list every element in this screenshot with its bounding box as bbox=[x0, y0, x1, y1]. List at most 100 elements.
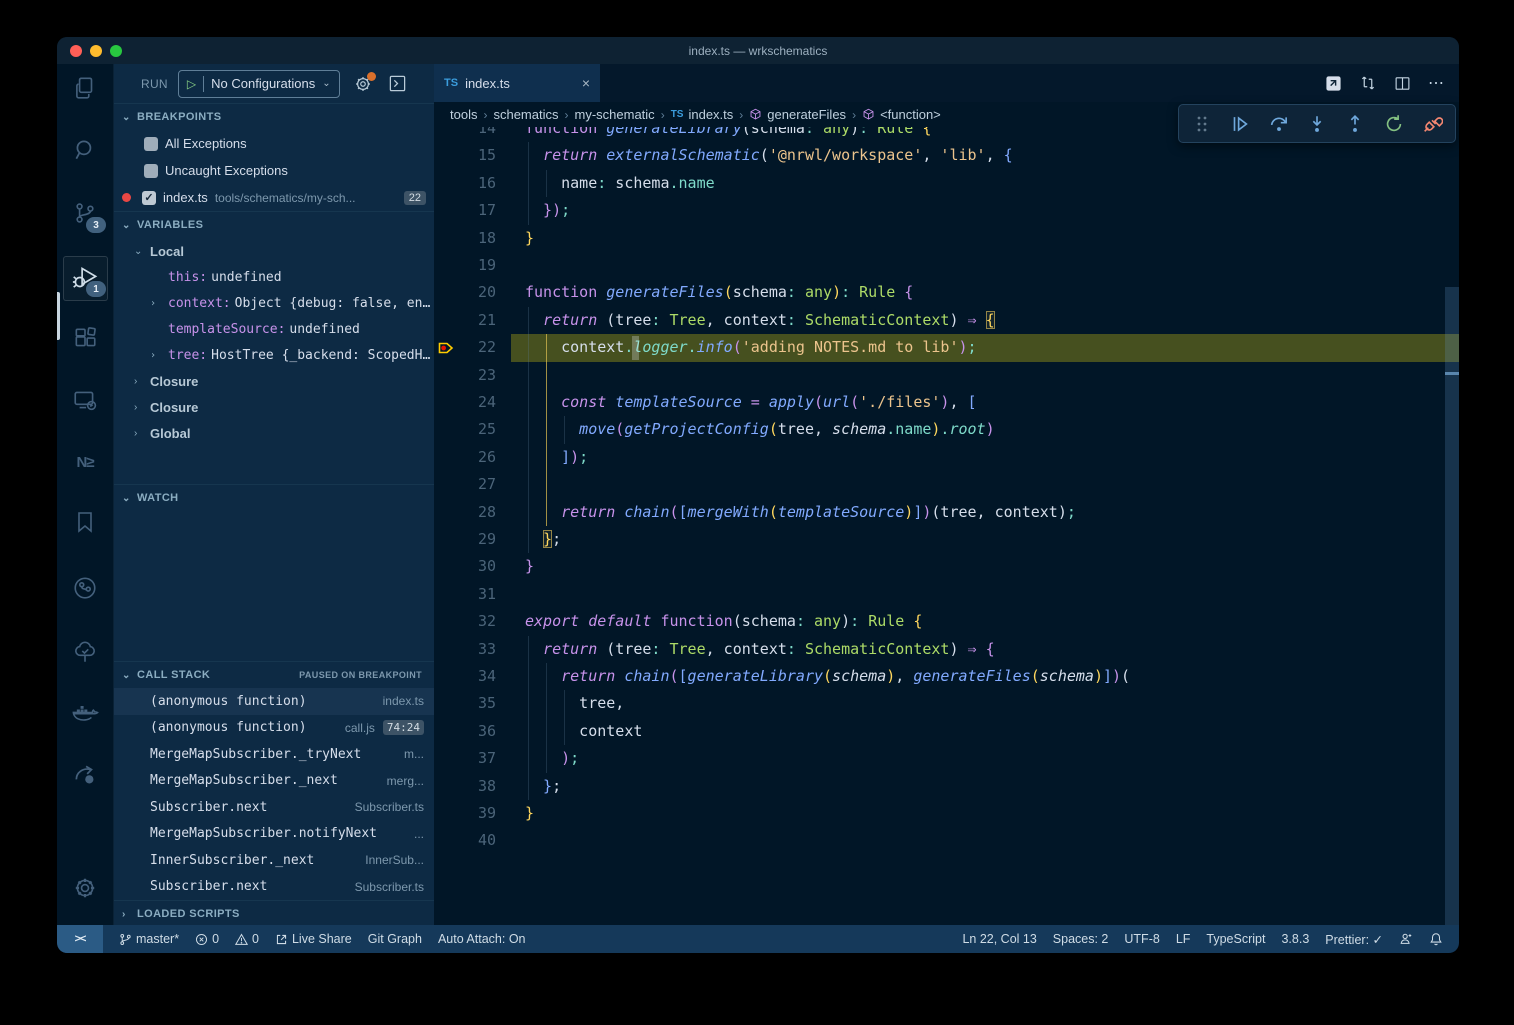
line-number[interactable]: 40 bbox=[460, 827, 496, 854]
start-debug-icon[interactable]: ▷ bbox=[187, 77, 196, 91]
breakpoint-row[interactable]: Uncaught Exceptions bbox=[114, 157, 434, 184]
line-number[interactable]: 33 bbox=[460, 636, 496, 663]
callstack-frame[interactable]: Subscriber.nextSubscriber.ts bbox=[114, 794, 434, 821]
restart-button[interactable] bbox=[1381, 111, 1407, 137]
line-number[interactable]: 26 bbox=[460, 444, 496, 471]
breakpoint-checkbox[interactable] bbox=[144, 137, 158, 151]
close-tab-icon[interactable]: × bbox=[582, 75, 590, 91]
line-number[interactable]: 23 bbox=[460, 362, 496, 389]
step-into-button[interactable] bbox=[1304, 111, 1330, 137]
more-actions-button[interactable]: ⋯ bbox=[1428, 73, 1445, 93]
variables-scope-global[interactable]: ›Global bbox=[114, 420, 434, 446]
open-changes-icon[interactable] bbox=[1325, 75, 1342, 92]
line-number[interactable]: 27 bbox=[460, 471, 496, 498]
breakpoint-checkbox[interactable] bbox=[144, 164, 158, 178]
variables-scope-closure[interactable]: ›Closure bbox=[114, 368, 434, 394]
line-number[interactable]: 30 bbox=[460, 553, 496, 580]
breakpoint-row[interactable]: ✓index.tstools/schematics/my-sch...22 bbox=[114, 184, 434, 211]
callstack-frame[interactable]: Subscriber.nextSubscriber.ts bbox=[114, 874, 434, 901]
watch-section-header[interactable]: ⌄ WATCH bbox=[114, 484, 434, 511]
line-number[interactable]: 16 bbox=[460, 170, 496, 197]
status-auto-attach[interactable]: Auto Attach: On bbox=[438, 932, 526, 946]
status-live-share[interactable]: Live Share bbox=[275, 932, 352, 946]
editor-scrollbar[interactable] bbox=[1445, 287, 1459, 925]
variables-section-header[interactable]: ⌄ VARIABLES bbox=[114, 211, 434, 238]
callstack-frame[interactable]: MergeMapSubscriber.notifyNext... bbox=[114, 821, 434, 848]
variable-row[interactable]: this: undefined bbox=[114, 264, 434, 290]
docker-icon[interactable] bbox=[71, 699, 99, 727]
breakpoint-checkbox[interactable]: ✓ bbox=[142, 191, 156, 205]
paused-breakpoint-icon[interactable] bbox=[438, 340, 454, 356]
settings-gear-icon[interactable] bbox=[71, 874, 99, 902]
line-number[interactable]: 28 bbox=[460, 499, 496, 526]
callstack-frame[interactable]: (anonymous function)call.js74:24 bbox=[114, 715, 434, 742]
line-number[interactable]: 38 bbox=[460, 773, 496, 800]
loaded-scripts-section-header[interactable]: › LOADED SCRIPTS bbox=[114, 900, 434, 925]
status-notifications[interactable] bbox=[1429, 932, 1443, 946]
search-icon[interactable] bbox=[71, 136, 99, 164]
line-number[interactable]: 20 bbox=[460, 279, 496, 306]
extensions-icon[interactable] bbox=[71, 324, 99, 352]
status-ts-version[interactable]: 3.8.3 bbox=[1281, 932, 1309, 946]
remote-indicator[interactable]: >< bbox=[57, 925, 103, 953]
variable-row[interactable]: ›tree: HostTree {_backend: ScopedH… bbox=[114, 342, 434, 368]
status-indentation[interactable]: Spaces: 2 bbox=[1053, 932, 1109, 946]
status-errors[interactable]: 0 bbox=[195, 932, 219, 946]
variables-scope-closure[interactable]: ›Closure bbox=[114, 394, 434, 420]
variable-row[interactable]: ›context: Object {debug: false, en… bbox=[114, 290, 434, 316]
line-number[interactable]: 34 bbox=[460, 663, 496, 690]
callstack-frame[interactable]: MergeMapSubscriber._nextmerg... bbox=[114, 768, 434, 795]
variable-row[interactable]: templateSource: undefined bbox=[114, 316, 434, 342]
status-warnings[interactable]: 0 bbox=[235, 932, 259, 946]
remote-explorer-icon[interactable] bbox=[71, 386, 99, 414]
callstack-frame[interactable]: MergeMapSubscriber._tryNextm... bbox=[114, 741, 434, 768]
explorer-icon[interactable] bbox=[71, 74, 99, 102]
status-feedback[interactable] bbox=[1399, 932, 1413, 946]
callstack-frame[interactable]: (anonymous function)index.ts bbox=[114, 688, 434, 715]
line-number[interactable]: 31 bbox=[460, 581, 496, 608]
line-number[interactable]: 37 bbox=[460, 745, 496, 772]
callstack-frame[interactable]: InnerSubscriber._nextInnerSub... bbox=[114, 847, 434, 874]
compare-changes-icon[interactable] bbox=[1359, 74, 1377, 92]
split-editor-button[interactable] bbox=[1394, 75, 1411, 92]
nx-console-icon[interactable]: N≥ bbox=[71, 448, 99, 476]
disconnect-button[interactable] bbox=[1419, 111, 1445, 137]
line-number[interactable]: 35 bbox=[460, 690, 496, 717]
step-over-button[interactable] bbox=[1266, 111, 1292, 137]
configure-gear-icon[interactable] bbox=[354, 75, 372, 93]
line-number[interactable]: 29 bbox=[460, 526, 496, 553]
line-number[interactable]: 25 bbox=[460, 416, 496, 443]
breadcrumb-item[interactable]: generateFiles bbox=[749, 107, 846, 122]
call-stack-section-header[interactable]: ⌄ CALL STACK PAUSED ON BREAKPOINT bbox=[114, 661, 434, 688]
line-number[interactable]: 24 bbox=[460, 389, 496, 416]
status-git-graph[interactable]: Git Graph bbox=[368, 932, 422, 946]
source-control-icon[interactable]: 3 bbox=[71, 199, 99, 227]
test-explorer-icon[interactable] bbox=[71, 638, 99, 666]
line-number[interactable]: 39 bbox=[460, 800, 496, 827]
breadcrumb-item[interactable]: TSindex.ts bbox=[671, 107, 734, 122]
line-number[interactable]: 18 bbox=[460, 225, 496, 252]
toolbar-drag-grip[interactable] bbox=[1189, 111, 1215, 137]
continue-button[interactable] bbox=[1227, 111, 1253, 137]
line-number[interactable]: 19 bbox=[460, 252, 496, 279]
line-number[interactable]: 22 bbox=[460, 334, 496, 361]
line-number[interactable]: 17 bbox=[460, 197, 496, 224]
git-history-icon[interactable] bbox=[71, 574, 99, 602]
variables-scope-local[interactable]: ⌄Local bbox=[114, 238, 434, 264]
line-number[interactable]: 14 bbox=[460, 127, 496, 142]
code-editor[interactable]: 14function generateLibrary(schema: any):… bbox=[434, 127, 1459, 925]
tab-index-ts[interactable]: TS index.ts × bbox=[434, 64, 600, 102]
debug-configuration-dropdown[interactable]: ▷ No Configurations ⌄ bbox=[178, 70, 340, 98]
breakpoint-row[interactable]: All Exceptions bbox=[114, 130, 434, 157]
line-number[interactable]: 15 bbox=[460, 142, 496, 169]
step-out-button[interactable] bbox=[1342, 111, 1368, 137]
status-eol[interactable]: LF bbox=[1176, 932, 1191, 946]
debug-console-icon[interactable] bbox=[388, 74, 407, 93]
line-number[interactable]: 32 bbox=[460, 608, 496, 635]
breadcrumb-item[interactable]: <function> bbox=[862, 107, 941, 122]
breakpoints-section-header[interactable]: ⌄ BREAKPOINTS bbox=[114, 103, 434, 130]
line-number[interactable]: 21 bbox=[460, 307, 496, 334]
breadcrumb-item[interactable]: my-schematic bbox=[575, 107, 655, 122]
status-language-mode[interactable]: TypeScript bbox=[1206, 932, 1265, 946]
breadcrumb-item[interactable]: tools bbox=[450, 107, 477, 122]
